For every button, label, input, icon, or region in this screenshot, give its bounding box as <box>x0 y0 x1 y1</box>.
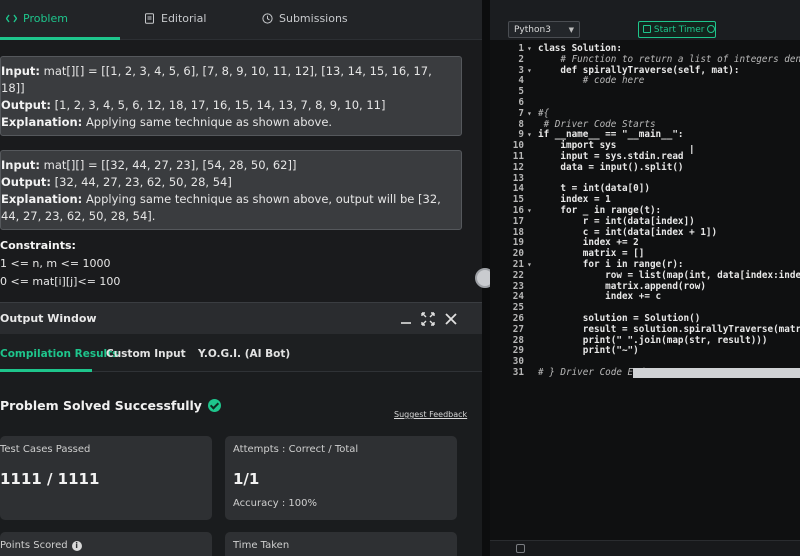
tab-label: Problem <box>23 12 68 25</box>
points-title-row: Points Scored i <box>0 540 82 551</box>
tab-label: Editorial <box>161 12 207 25</box>
fold-icon[interactable]: ▾ <box>527 44 532 55</box>
line-number: 12 <box>512 161 524 173</box>
tab-submissions[interactable]: Submissions <box>262 12 348 25</box>
status-message: Problem Solved Successfully <box>0 398 221 413</box>
constraint-line: 0 <= mat[i][j]<= 100 <box>0 275 121 288</box>
example-input: Input: mat[][] = [[1, 2, 3, 4, 5, 6], [7… <box>1 64 432 95</box>
fold-icon[interactable]: ▾ <box>527 130 532 141</box>
output-window-title: Output Window <box>0 312 97 325</box>
constraint-line: 1 <= n, m <= 1000 <box>0 257 111 270</box>
code-icon <box>5 13 18 24</box>
fold-icon[interactable]: ▾ <box>527 260 532 271</box>
line-number: 31 <box>512 367 524 378</box>
tab-compilation-results[interactable]: Compilation Results <box>0 348 118 360</box>
clock-icon <box>262 13 273 24</box>
problem-panel: Problem Editorial Submissions Input: mat… <box>0 0 482 556</box>
code-text: # Function to return a list of integers … <box>538 53 800 65</box>
attempts-value: 1/1 <box>233 470 260 488</box>
text-cursor-icon: I <box>690 143 694 157</box>
example-box: Input: mat[][] = [[1, 2, 3, 4, 5, 6], [7… <box>0 56 462 136</box>
example-box: Input: mat[][] = [[32, 44, 27, 23], [54,… <box>0 150 462 230</box>
timer-icon <box>643 25 651 33</box>
info-icon[interactable]: i <box>71 540 82 551</box>
attempts-card: Attempts : Correct / Total 1/1 Accuracy … <box>225 436 457 520</box>
line-number: 7 <box>518 107 524 119</box>
example-output: Output: [32, 44, 27, 23, 62, 50, 28, 54] <box>1 175 232 189</box>
example-explanation: Explanation: Applying same technique as … <box>1 192 441 223</box>
check-circle-icon <box>207 399 221 412</box>
line-number: 27 <box>512 323 524 335</box>
close-icon[interactable] <box>443 311 459 327</box>
editor-toolbar: Python3 ▼ Start Timer <box>490 0 800 40</box>
start-timer-button[interactable]: Start Timer <box>638 21 716 38</box>
line-number: 22 <box>512 269 524 281</box>
time-taken-title: Time Taken <box>233 540 290 551</box>
problem-tabs: Problem Editorial Submissions <box>0 0 482 40</box>
code-text: #{ <box>538 107 550 119</box>
test-cases-title: Test Cases Passed <box>0 444 91 455</box>
code-text: r = int(data[index]) <box>538 215 695 227</box>
chevron-down-icon: ▼ <box>568 26 574 34</box>
bulb-icon[interactable] <box>516 544 525 553</box>
test-cases-card: Test Cases Passed 1111 / 1111 <box>0 436 212 520</box>
constraints: Constraints: 1 <= n, m <= 1000 0 <= mat[… <box>0 237 120 291</box>
code-text: index += c <box>538 291 662 303</box>
fold-icon[interactable]: ▾ <box>527 109 532 120</box>
line-number: 17 <box>512 215 524 227</box>
play-icon <box>707 25 716 33</box>
tab-label: Submissions <box>279 12 348 25</box>
tab-yogi-bot[interactable]: Y.O.G.I. (AI Bot) <box>198 348 290 360</box>
fold-icon[interactable]: ▾ <box>527 66 532 77</box>
code-text: data = input().split() <box>538 161 684 173</box>
fold-icon[interactable]: ▾ <box>527 206 532 217</box>
editor-status-bar <box>490 540 800 556</box>
tab-custom-input[interactable]: Custom Input <box>106 348 186 360</box>
app-root: Problem Editorial Submissions Input: mat… <box>0 0 800 556</box>
tab-editorial[interactable]: Editorial <box>144 12 206 25</box>
suggest-feedback-link[interactable]: Suggest Feedback <box>394 410 467 419</box>
expand-icon[interactable] <box>420 311 436 327</box>
output-window-header: Output Window <box>0 302 482 334</box>
tab-problem[interactable]: Problem <box>5 12 68 25</box>
problem-statement: Input: mat[][] = [[1, 2, 3, 4, 5, 6], [7… <box>0 40 482 302</box>
points-card: Points Scored i <box>0 532 212 556</box>
time-taken-card: Time Taken <box>225 532 457 556</box>
accuracy: Accuracy : 100% <box>233 498 317 509</box>
result-area: Problem Solved Successfully Suggest Feed… <box>0 372 482 556</box>
minimize-icon[interactable] <box>398 311 414 327</box>
example-output: Output: [1, 2, 3, 4, 5, 6, 12, 18, 17, 1… <box>1 98 386 112</box>
output-tabs: Compilation Results Custom Input Y.O.G.I… <box>0 334 482 372</box>
example-explanation: Explanation: Applying same technique as … <box>1 115 333 129</box>
code-text: print("~") <box>538 345 639 357</box>
selection-highlight <box>633 368 800 378</box>
editor-panel: Python3 ▼ Start Timer 1 ▾ class Solution: 2… <box>490 0 800 556</box>
example-input: Input: mat[][] = [[32, 44, 27, 23], [54,… <box>1 158 297 172</box>
code-editor[interactable]: 1 ▾ class Solution: 2 # Function to return … <box>490 40 800 556</box>
constraints-heading: Constraints: <box>0 239 76 252</box>
code-text: result = solution.spirallyTraverse(matri… <box>538 323 800 335</box>
test-cases-value: 1111 / 1111 <box>0 470 100 488</box>
document-icon <box>144 13 155 24</box>
code-text: # code here <box>538 75 645 87</box>
attempts-title: Attempts : Correct / Total <box>233 444 359 455</box>
line-number: 2 <box>518 53 524 65</box>
code-text: row = list(map(int, data[index:index + <box>538 269 800 281</box>
language-select[interactable]: Python3 ▼ <box>508 21 580 38</box>
